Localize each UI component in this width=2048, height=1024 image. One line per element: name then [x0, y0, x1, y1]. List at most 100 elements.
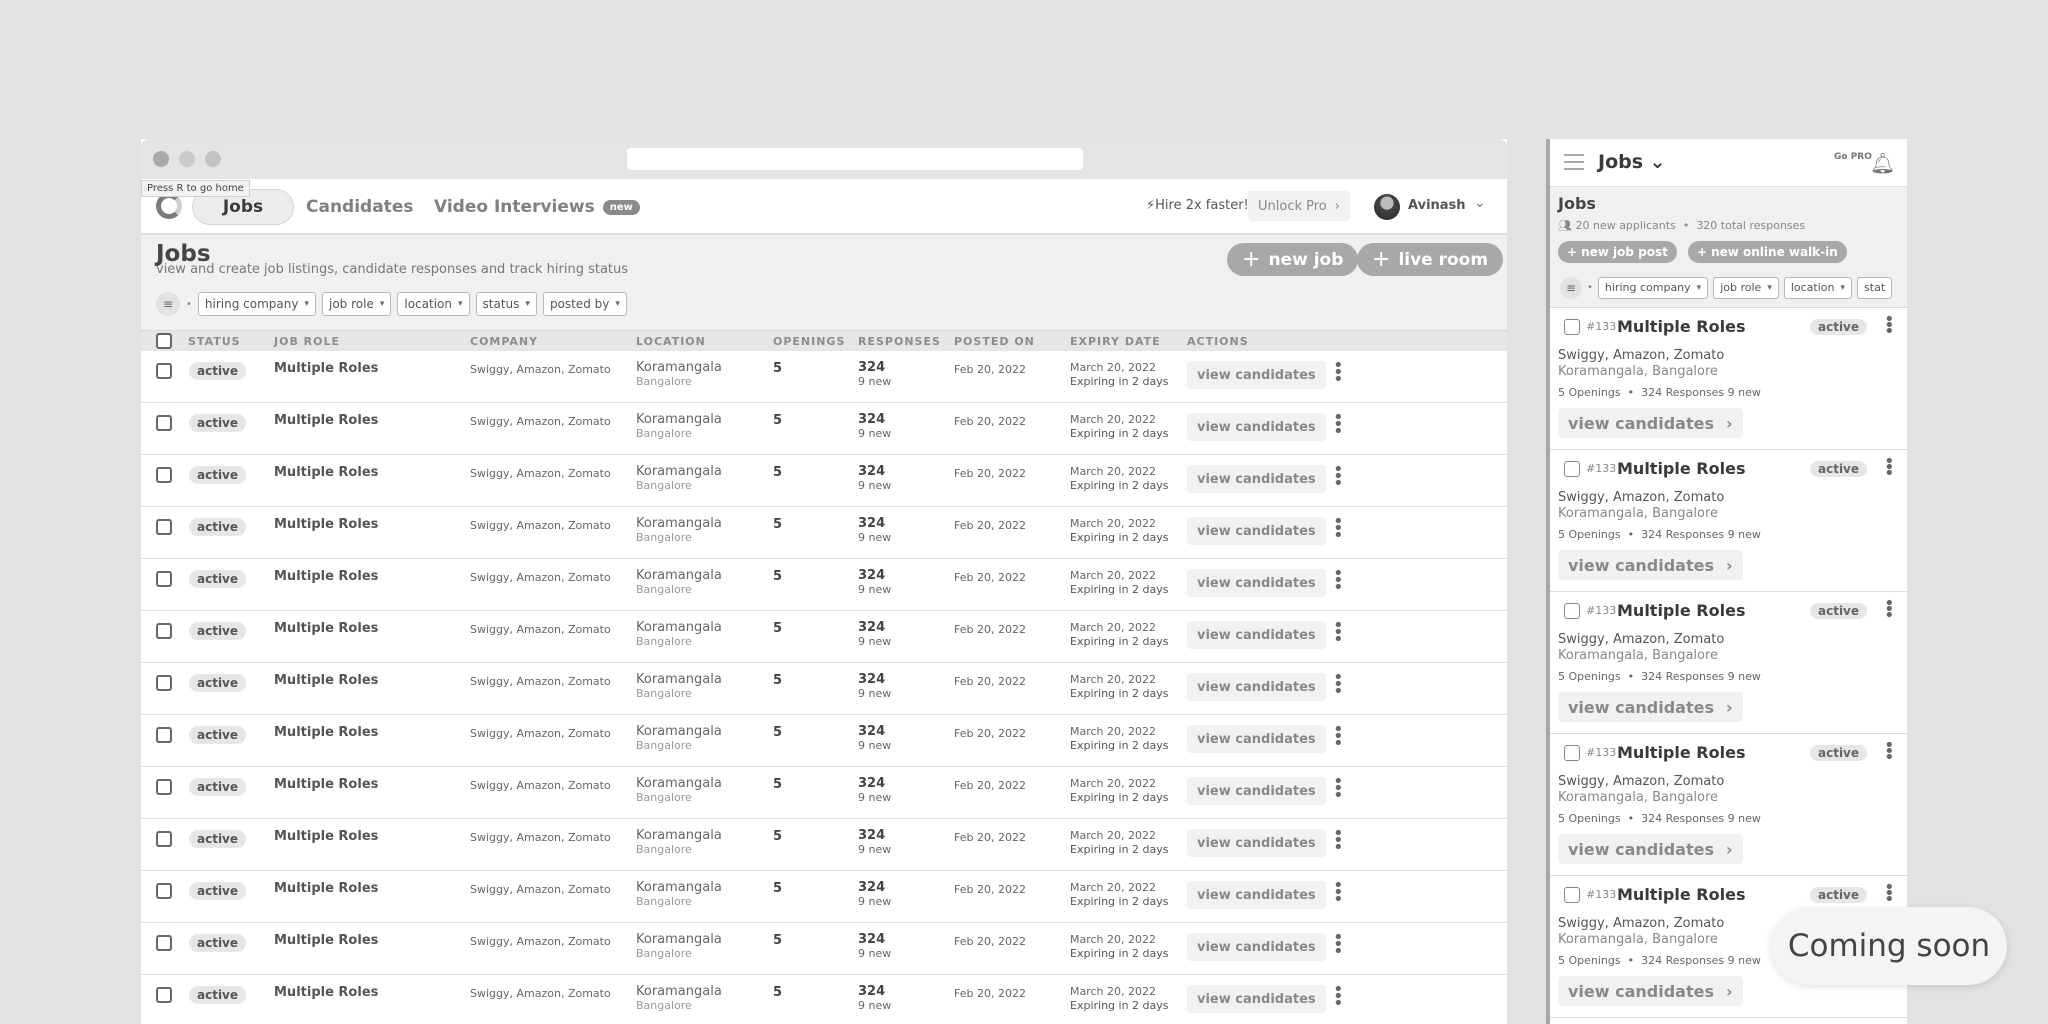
more-options-icon[interactable]: • • •: [1333, 773, 1344, 805]
more-options-icon[interactable]: • • •: [1333, 357, 1344, 389]
more-options-icon[interactable]: • • •: [1333, 877, 1344, 909]
bell-icon[interactable]: 🔔︎: [1870, 151, 1895, 175]
go-pro-icon[interactable]: Go PRO: [1834, 152, 1872, 162]
job-card[interactable]: #133 Multiple Roles active • • • Swiggy, Amazo…: [1550, 308, 1907, 450]
row-checkbox[interactable]: [156, 415, 172, 431]
table-row[interactable]: active Multiple Roles Swiggy, Amazon, Zoma…: [141, 403, 1507, 455]
view-candidates-button[interactable]: view candidates: [1187, 621, 1326, 649]
card-checkbox[interactable]: [1564, 745, 1580, 761]
col-job-role[interactable]: JOB ROLE: [274, 335, 340, 348]
col-company[interactable]: COMPANY: [470, 335, 538, 348]
more-options-icon[interactable]: • • •: [1333, 565, 1344, 597]
job-card[interactable]: #133 Multiple Roles active • • • Swiggy, Amazo…: [1550, 450, 1907, 592]
tab-candidates[interactable]: Candidates: [306, 189, 413, 225]
filter-job-role[interactable]: job role ▾: [322, 292, 392, 316]
job-role[interactable]: Multiple Roles: [274, 413, 378, 428]
row-checkbox[interactable]: [156, 363, 172, 379]
filter-posted-by[interactable]: posted by ▾: [542, 292, 627, 316]
row-checkbox[interactable]: [156, 987, 172, 1003]
live-room-button[interactable]: + live room: [1357, 243, 1504, 276]
table-row[interactable]: active Multiple Roles Swiggy, Amazon, Zoma…: [141, 351, 1507, 403]
filter-status[interactable]: stat: [1857, 276, 1893, 299]
row-checkbox[interactable]: [156, 727, 172, 743]
tab-video-interviews[interactable]: Video Interviews new: [434, 189, 640, 225]
more-options-icon[interactable]: • • •: [1333, 825, 1344, 857]
row-checkbox[interactable]: [156, 519, 172, 535]
table-row[interactable]: active Multiple Roles Swiggy, Amazon, Zoma…: [141, 767, 1507, 819]
new-job-button[interactable]: + new job: [1227, 243, 1359, 276]
close-window-dot[interactable]: [153, 151, 169, 167]
view-candidates-button[interactable]: view candidates ›: [1558, 976, 1743, 1006]
job-role[interactable]: Multiple Roles: [274, 673, 378, 688]
more-options-icon[interactable]: • • •: [1333, 929, 1344, 961]
col-location[interactable]: LOCATION: [636, 335, 706, 348]
more-options-icon[interactable]: • • •: [1884, 595, 1895, 625]
row-checkbox[interactable]: [156, 935, 172, 951]
job-role[interactable]: Multiple Roles: [274, 569, 378, 584]
table-row[interactable]: active Multiple Roles Swiggy, Amazon, Zoma…: [141, 507, 1507, 559]
maximize-window-dot[interactable]: [205, 151, 221, 167]
view-candidates-button[interactable]: view candidates ›: [1558, 550, 1743, 580]
view-candidates-button[interactable]: view candidates: [1187, 829, 1326, 857]
view-candidates-button[interactable]: view candidates ›: [1558, 834, 1743, 864]
job-role[interactable]: Multiple Roles: [274, 361, 378, 376]
view-candidates-button[interactable]: view candidates: [1187, 361, 1326, 389]
avatar[interactable]: [1374, 194, 1400, 220]
more-options-icon[interactable]: • • •: [1333, 617, 1344, 649]
table-row[interactable]: active Multiple Roles Swiggy, Amazon, Zoma…: [141, 455, 1507, 507]
col-responses[interactable]: RESPONSES: [858, 335, 941, 348]
table-row[interactable]: active Multiple Roles Swiggy, Amazon, Zoma…: [141, 611, 1507, 663]
table-row[interactable]: active Multiple Roles Swiggy, Amazon, Zoma…: [141, 715, 1507, 767]
table-row[interactable]: active Multiple Roles Swiggy, Amazon, Zoma…: [141, 559, 1507, 611]
minimize-window-dot[interactable]: [179, 151, 195, 167]
mobile-jobs-dropdown[interactable]: Jobs ⌄: [1598, 151, 1666, 173]
row-checkbox[interactable]: [156, 675, 172, 691]
view-candidates-button[interactable]: view candidates ›: [1558, 408, 1743, 438]
card-checkbox[interactable]: [1564, 461, 1580, 477]
more-options-icon[interactable]: • • •: [1333, 513, 1344, 545]
more-options-icon[interactable]: • • •: [1333, 669, 1344, 701]
card-checkbox[interactable]: [1564, 603, 1580, 619]
more-options-icon[interactable]: • • •: [1884, 453, 1895, 483]
job-role[interactable]: Multiple Roles: [274, 725, 378, 740]
select-all-checkbox[interactable]: [156, 333, 172, 349]
filter-hiring-company[interactable]: hiring company ▾: [197, 292, 316, 316]
more-options-icon[interactable]: • • •: [1333, 721, 1344, 753]
filter-hiring-company[interactable]: hiring company ▾: [1597, 276, 1709, 299]
more-options-icon[interactable]: • • •: [1884, 879, 1895, 909]
job-role[interactable]: Multiple Roles: [274, 933, 378, 948]
table-row[interactable]: active Multiple Roles Swiggy, Amazon, Zoma…: [141, 663, 1507, 715]
job-role[interactable]: Multiple Roles: [274, 985, 378, 1000]
view-candidates-button[interactable]: view candidates: [1187, 985, 1326, 1013]
filter-status[interactable]: status ▾: [475, 292, 537, 316]
row-checkbox[interactable]: [156, 779, 172, 795]
row-checkbox[interactable]: [156, 831, 172, 847]
view-candidates-button[interactable]: view candidates: [1187, 933, 1326, 961]
job-role[interactable]: Multiple Roles: [1617, 601, 1745, 620]
filter-icon[interactable]: ≡: [1560, 276, 1582, 299]
job-role[interactable]: Multiple Roles: [274, 829, 378, 844]
job-role[interactable]: Multiple Roles: [274, 777, 378, 792]
col-openings[interactable]: OPENINGS: [773, 335, 845, 348]
address-bar[interactable]: [627, 148, 1083, 170]
filter-location[interactable]: location ▾: [1783, 276, 1853, 299]
view-candidates-button[interactable]: view candidates ›: [1558, 692, 1743, 722]
view-candidates-button[interactable]: view candidates: [1187, 413, 1326, 441]
table-row[interactable]: active Multiple Roles Swiggy, Amazon, Zoma…: [141, 819, 1507, 871]
unlock-pro-button[interactable]: Unlock Pro ›: [1248, 191, 1350, 221]
view-candidates-button[interactable]: view candidates: [1187, 569, 1326, 597]
more-options-icon[interactable]: • • •: [1333, 461, 1344, 493]
view-candidates-button[interactable]: view candidates: [1187, 465, 1326, 493]
job-role[interactable]: Multiple Roles: [1617, 885, 1745, 904]
hamburger-menu-icon[interactable]: [1564, 154, 1584, 175]
filter-icon[interactable]: ≡: [156, 292, 180, 316]
new-job-post-button[interactable]: + new job post: [1558, 241, 1677, 263]
job-card[interactable]: #133 Multiple Roles active • • • Swiggy, Amazo…: [1550, 592, 1907, 734]
chevron-down-icon[interactable]: ⌄: [1474, 195, 1486, 211]
view-candidates-button[interactable]: view candidates: [1187, 517, 1326, 545]
view-candidates-button[interactable]: view candidates: [1187, 673, 1326, 701]
view-candidates-button[interactable]: view candidates: [1187, 725, 1326, 753]
job-role[interactable]: Multiple Roles: [274, 465, 378, 480]
col-status[interactable]: STATUS: [188, 335, 241, 348]
col-posted-on[interactable]: POSTED ON: [954, 335, 1035, 348]
